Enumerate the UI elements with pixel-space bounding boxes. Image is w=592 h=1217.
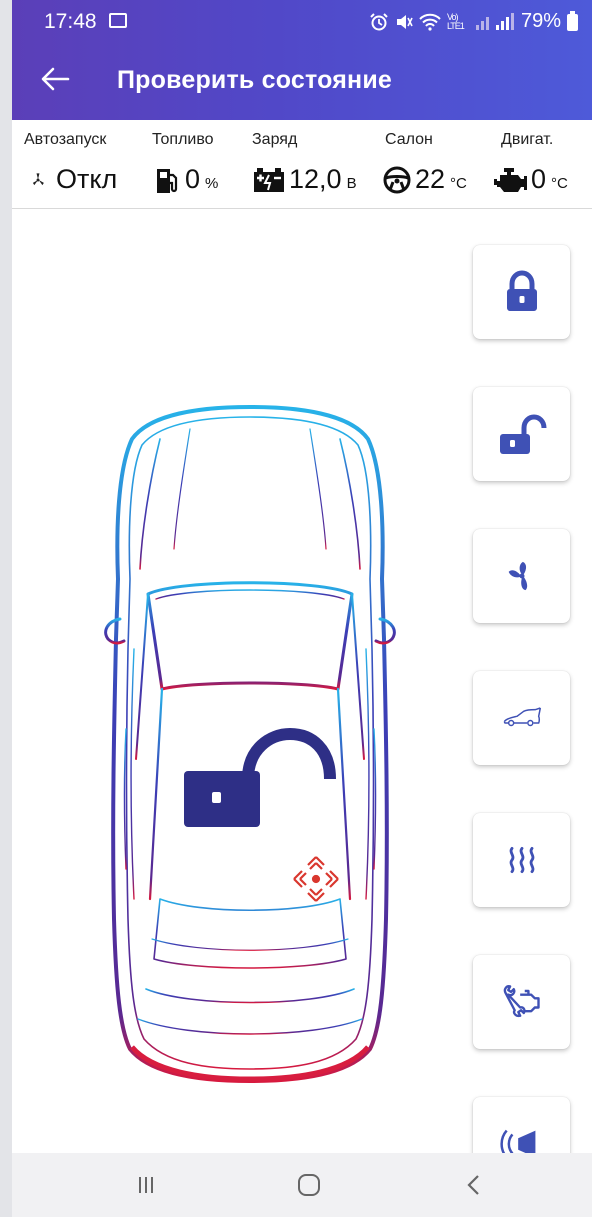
param-unit: °С xyxy=(551,175,568,192)
mute-icon xyxy=(396,14,413,29)
screen-edge-strip xyxy=(0,0,12,1217)
param-value: 12,0 В xyxy=(252,164,357,195)
horn-icon xyxy=(499,1129,535,1153)
battery-icon xyxy=(567,11,578,31)
car-top-view-icon xyxy=(104,405,396,1083)
back-chevron-icon xyxy=(467,1175,479,1195)
unlocked-padlock-icon xyxy=(499,414,546,454)
car-battery-icon xyxy=(254,167,284,192)
param-label: Двигат. xyxy=(501,131,554,148)
param-value-text: 0 xyxy=(185,164,201,194)
param-label: Заряд xyxy=(252,131,298,148)
status-bar: 17:48 Vo) LTE1 79% xyxy=(12,0,592,42)
recent-apps-icon xyxy=(139,1177,153,1193)
param-label: Топливо xyxy=(152,131,214,148)
autostart-fan-icon xyxy=(32,172,44,185)
param-unit: % xyxy=(205,175,219,192)
param-value: Откл xyxy=(27,164,117,195)
wrench-engine-icon xyxy=(503,985,540,1018)
autostart-button[interactable] xyxy=(473,529,570,623)
system-nav-bar xyxy=(12,1153,592,1217)
main-area xyxy=(12,209,592,1153)
param-unit: В xyxy=(346,175,357,192)
home-button[interactable] xyxy=(289,1167,329,1203)
service-button[interactable] xyxy=(473,955,570,1049)
fuel-pump-icon xyxy=(157,168,178,193)
param-label: Автозапуск xyxy=(24,131,107,148)
param-value: 0 % xyxy=(152,164,218,195)
param-value-text: 12,0 xyxy=(289,164,342,194)
car-lock-state-icon xyxy=(184,727,336,827)
signal-strength-icon xyxy=(475,12,514,30)
app-bar: Проверить состояние xyxy=(12,42,592,120)
steering-wheel-icon xyxy=(383,166,411,193)
back-arrow-icon[interactable] xyxy=(38,62,72,96)
status-time: 17:48 xyxy=(44,10,97,33)
trunk-button[interactable] xyxy=(473,671,570,765)
param-value: 22 °С xyxy=(382,164,467,195)
engine-icon xyxy=(494,167,527,192)
lock-button[interactable] xyxy=(473,245,570,339)
page-title: Проверить состояние xyxy=(117,66,393,94)
status-icons: Vo) LTE1 79% xyxy=(369,10,578,33)
fan-icon xyxy=(508,561,527,591)
param-label: Салон xyxy=(385,131,433,148)
locked-padlock-icon xyxy=(506,270,537,311)
battery-percent: 79% xyxy=(520,10,561,32)
back-button[interactable] xyxy=(454,1167,494,1203)
param-unit: °С xyxy=(450,175,467,192)
recent-apps-button[interactable] xyxy=(126,1167,166,1203)
alarm-icon xyxy=(370,12,388,30)
network-label: Vo) LTE1 xyxy=(446,11,465,31)
car-trunk-icon xyxy=(503,707,541,727)
horn-button[interactable] xyxy=(473,1097,570,1153)
parameters-row: Автозапуск Откл Топливо 0 % Заряд 12,0 В… xyxy=(12,120,592,209)
param-value-text: Откл xyxy=(56,164,118,194)
param-value-text: 22 xyxy=(415,164,446,194)
wifi-icon xyxy=(419,13,441,31)
heat-waves-icon xyxy=(509,846,534,874)
param-value-text: 0 xyxy=(531,164,547,194)
gallery-notification-icon xyxy=(109,13,127,28)
home-icon xyxy=(298,1174,320,1196)
heater-button[interactable] xyxy=(473,813,570,907)
unlock-button[interactable] xyxy=(473,387,570,481)
param-value: 0 °С xyxy=(494,164,568,195)
